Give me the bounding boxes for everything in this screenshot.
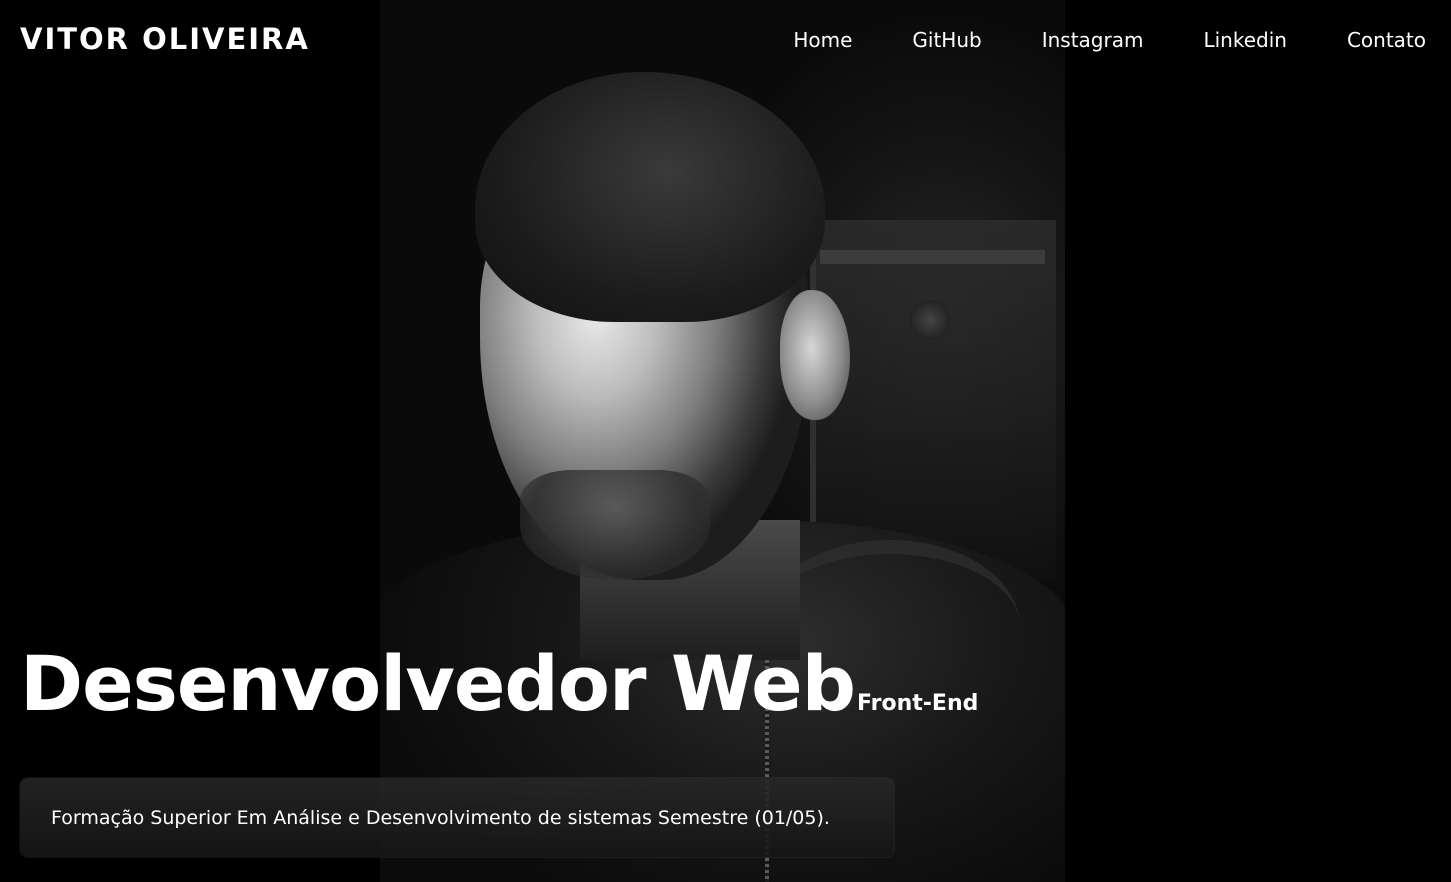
education-card: Formação Superior Em Análise e Desenvolv… [20,778,894,857]
hero-heading: Desenvolvedor Web Front-End [20,642,978,726]
hero-subtitle: Front-End [857,691,979,716]
photo-beard [520,470,710,580]
nav-home-link[interactable]: Home [793,28,852,52]
brand-logo[interactable]: VITOR OLIVEIRA [20,22,310,56]
photo-background-shelf [820,250,1045,264]
nav-linkedin-link[interactable]: Linkedin [1203,28,1286,52]
nav-contato-link[interactable]: Contato [1347,28,1426,52]
page: VITOR OLIVEIRA Home GitHub Instagram Lin… [0,0,1451,882]
nav-github-link[interactable]: GitHub [912,28,981,52]
photo-hair [475,72,825,322]
hero-title: Desenvolvedor Web [20,639,856,728]
education-text: Formação Superior Em Análise e Desenvolv… [51,806,830,829]
photo-ear [780,290,850,420]
main-nav: Home GitHub Instagram Linkedin Contato [733,28,1426,52]
profile-photo [380,0,1065,882]
photo-background-lamp [910,300,950,340]
nav-instagram-link[interactable]: Instagram [1042,28,1144,52]
